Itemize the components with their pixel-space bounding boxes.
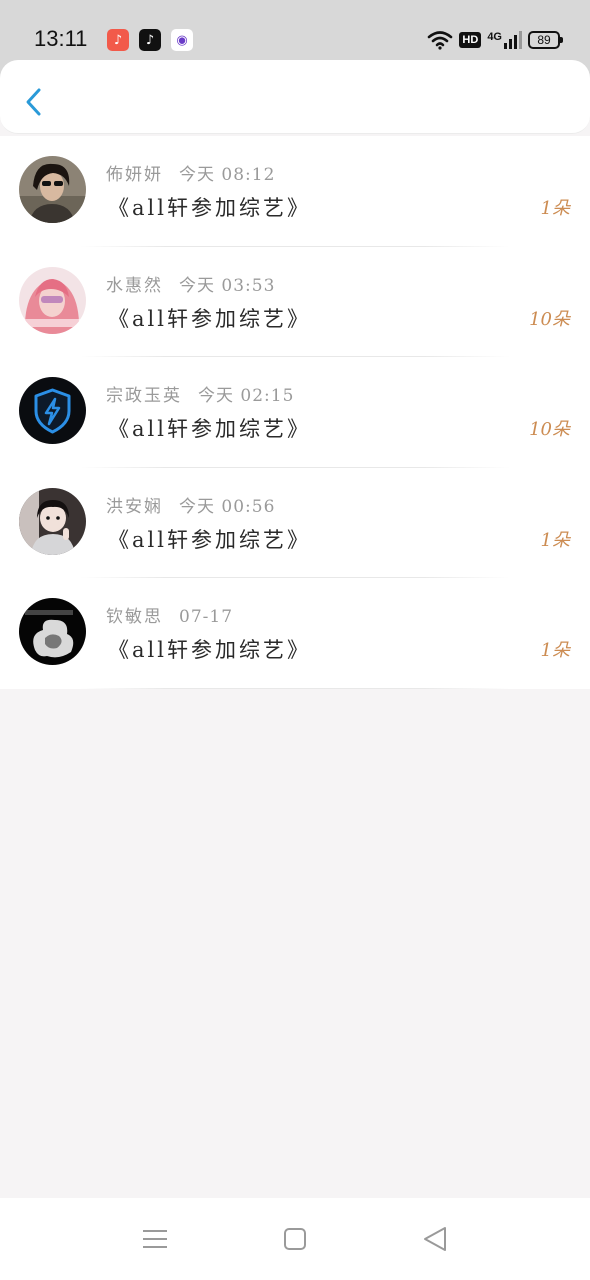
flower-count: 1朵: [540, 198, 570, 219]
message-list: 佈妍妍 今天 08:12 《all轩参加综艺》 1朵 水惠然 今天 03:53 《a…: [0, 136, 590, 689]
system-navigation-bar: [0, 1198, 590, 1280]
divider: [80, 687, 510, 689]
music-app-icon: ♪: [107, 29, 129, 51]
message-title: 《all轩参加综艺》: [108, 417, 311, 441]
message-title: 《all轩参加综艺》: [108, 638, 311, 662]
battery-level: 89: [537, 33, 551, 47]
sender-name: 佈妍妍: [106, 165, 163, 185]
message-title: 《all轩参加综艺》: [108, 527, 311, 552]
avatar: [19, 266, 86, 334]
nav-bar: [0, 60, 590, 134]
hd-badge: HD: [459, 32, 482, 48]
network-label: 4G: [487, 31, 502, 43]
flower-count: 10朵: [529, 419, 570, 440]
avatar: [19, 156, 86, 223]
wifi-icon: [428, 31, 453, 50]
avatar: [19, 487, 86, 555]
message-time: 今天 02:15: [198, 386, 295, 406]
flower-count: 10朵: [529, 308, 570, 330]
signal-icon: 4G: [487, 31, 522, 49]
tiktok-app-icon: ♪: [139, 29, 161, 51]
home-button[interactable]: [280, 1224, 310, 1254]
clock: 13:11: [34, 26, 88, 51]
avatar: [19, 377, 86, 444]
sender-name: 洪安娴: [106, 496, 163, 517]
sender-line: 钦敏思 07-17: [106, 602, 233, 627]
camera-app-icon: ◉: [171, 29, 193, 51]
sender-name: 宗政玉英: [106, 386, 182, 406]
sender-name: 水惠然: [106, 275, 163, 296]
status-indicators: HD 4G 89: [427, 27, 563, 53]
list-item[interactable]: 钦敏思 07-17 《all轩参加综艺》 1朵: [0, 578, 590, 689]
message-title: 《all轩参加综艺》: [108, 306, 311, 331]
square-icon: [284, 1228, 306, 1250]
back-triangle-button[interactable]: [420, 1224, 450, 1254]
menu-icon: [143, 1230, 167, 1248]
message-time: 今天 00:56: [179, 496, 276, 517]
flower-count: 1朵: [540, 640, 570, 661]
triangle-back-icon: [424, 1227, 446, 1251]
sender-name: 钦敏思: [106, 607, 163, 627]
battery-icon: 89: [528, 31, 563, 49]
list-item[interactable]: 佈妍妍 今天 08:12 《all轩参加综艺》 1朵: [0, 136, 590, 247]
sender-line: 洪安娴 今天 00:56: [106, 492, 275, 517]
menu-button[interactable]: [140, 1224, 170, 1254]
message-title: 《all轩参加综艺》: [108, 196, 311, 220]
list-item[interactable]: 宗政玉英 今天 02:15 《all轩参加综艺》 10朵: [0, 357, 590, 468]
list-item[interactable]: 洪安娴 今天 00:56 《all轩参加综艺》 1朵: [0, 468, 590, 578]
message-time: 今天 08:12: [179, 165, 276, 185]
sender-line: 佈妍妍 今天 08:12: [106, 160, 275, 185]
message-time: 07-17: [179, 607, 234, 627]
back-button[interactable]: [18, 82, 48, 122]
sender-line: 水惠然 今天 03:53: [106, 271, 275, 296]
flower-count: 1朵: [540, 529, 570, 551]
chevron-left-icon: [26, 88, 41, 116]
message-time: 今天 03:53: [179, 275, 276, 296]
list-item[interactable]: 水惠然 今天 03:53 《all轩参加综艺》 10朵: [0, 247, 590, 357]
avatar: [19, 598, 86, 665]
sender-line: 宗政玉英 今天 02:15: [106, 381, 294, 406]
